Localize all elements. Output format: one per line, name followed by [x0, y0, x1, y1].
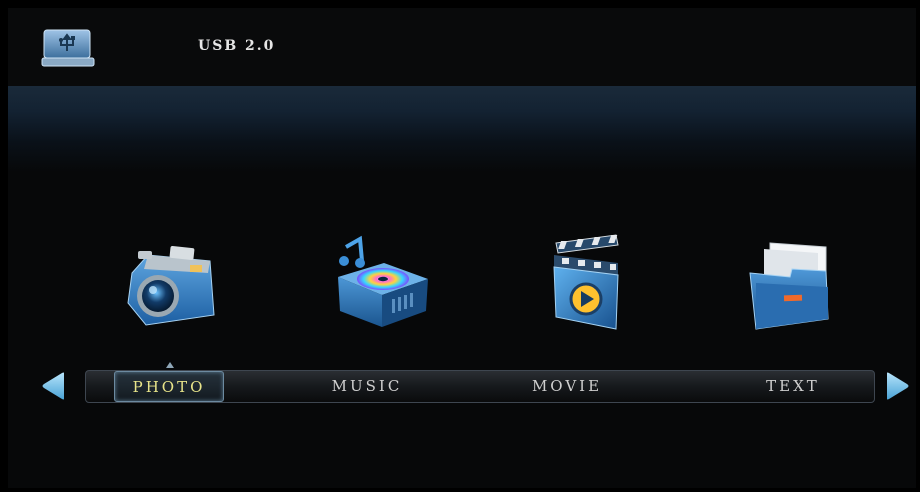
camera-icon[interactable] [118, 233, 228, 333]
media-player-screen: USB 2.0 PHOTO MUSIC MOVIE TEXT [8, 8, 916, 488]
menu-item-text[interactable]: TEXT [738, 371, 848, 402]
device-title: USB 2.0 [198, 38, 276, 54]
usb-drive-icon [41, 29, 95, 67]
top-bar: USB 2.0 [8, 8, 916, 86]
menu-item-movie[interactable]: MOVIE [512, 371, 622, 402]
menu-item-music[interactable]: MUSIC [312, 371, 422, 402]
media-category-menu: PHOTO MUSIC MOVIE TEXT [85, 370, 875, 403]
header-band [8, 86, 916, 172]
selection-pointer [166, 362, 174, 368]
arrow-left-icon[interactable] [40, 371, 66, 401]
folder-document-icon[interactable] [730, 233, 840, 333]
music-disc-player-icon[interactable] [326, 233, 436, 333]
clapperboard-movie-icon[interactable] [528, 233, 638, 333]
menu-item-photo[interactable]: PHOTO [114, 371, 224, 402]
arrow-right-icon[interactable] [885, 371, 911, 401]
